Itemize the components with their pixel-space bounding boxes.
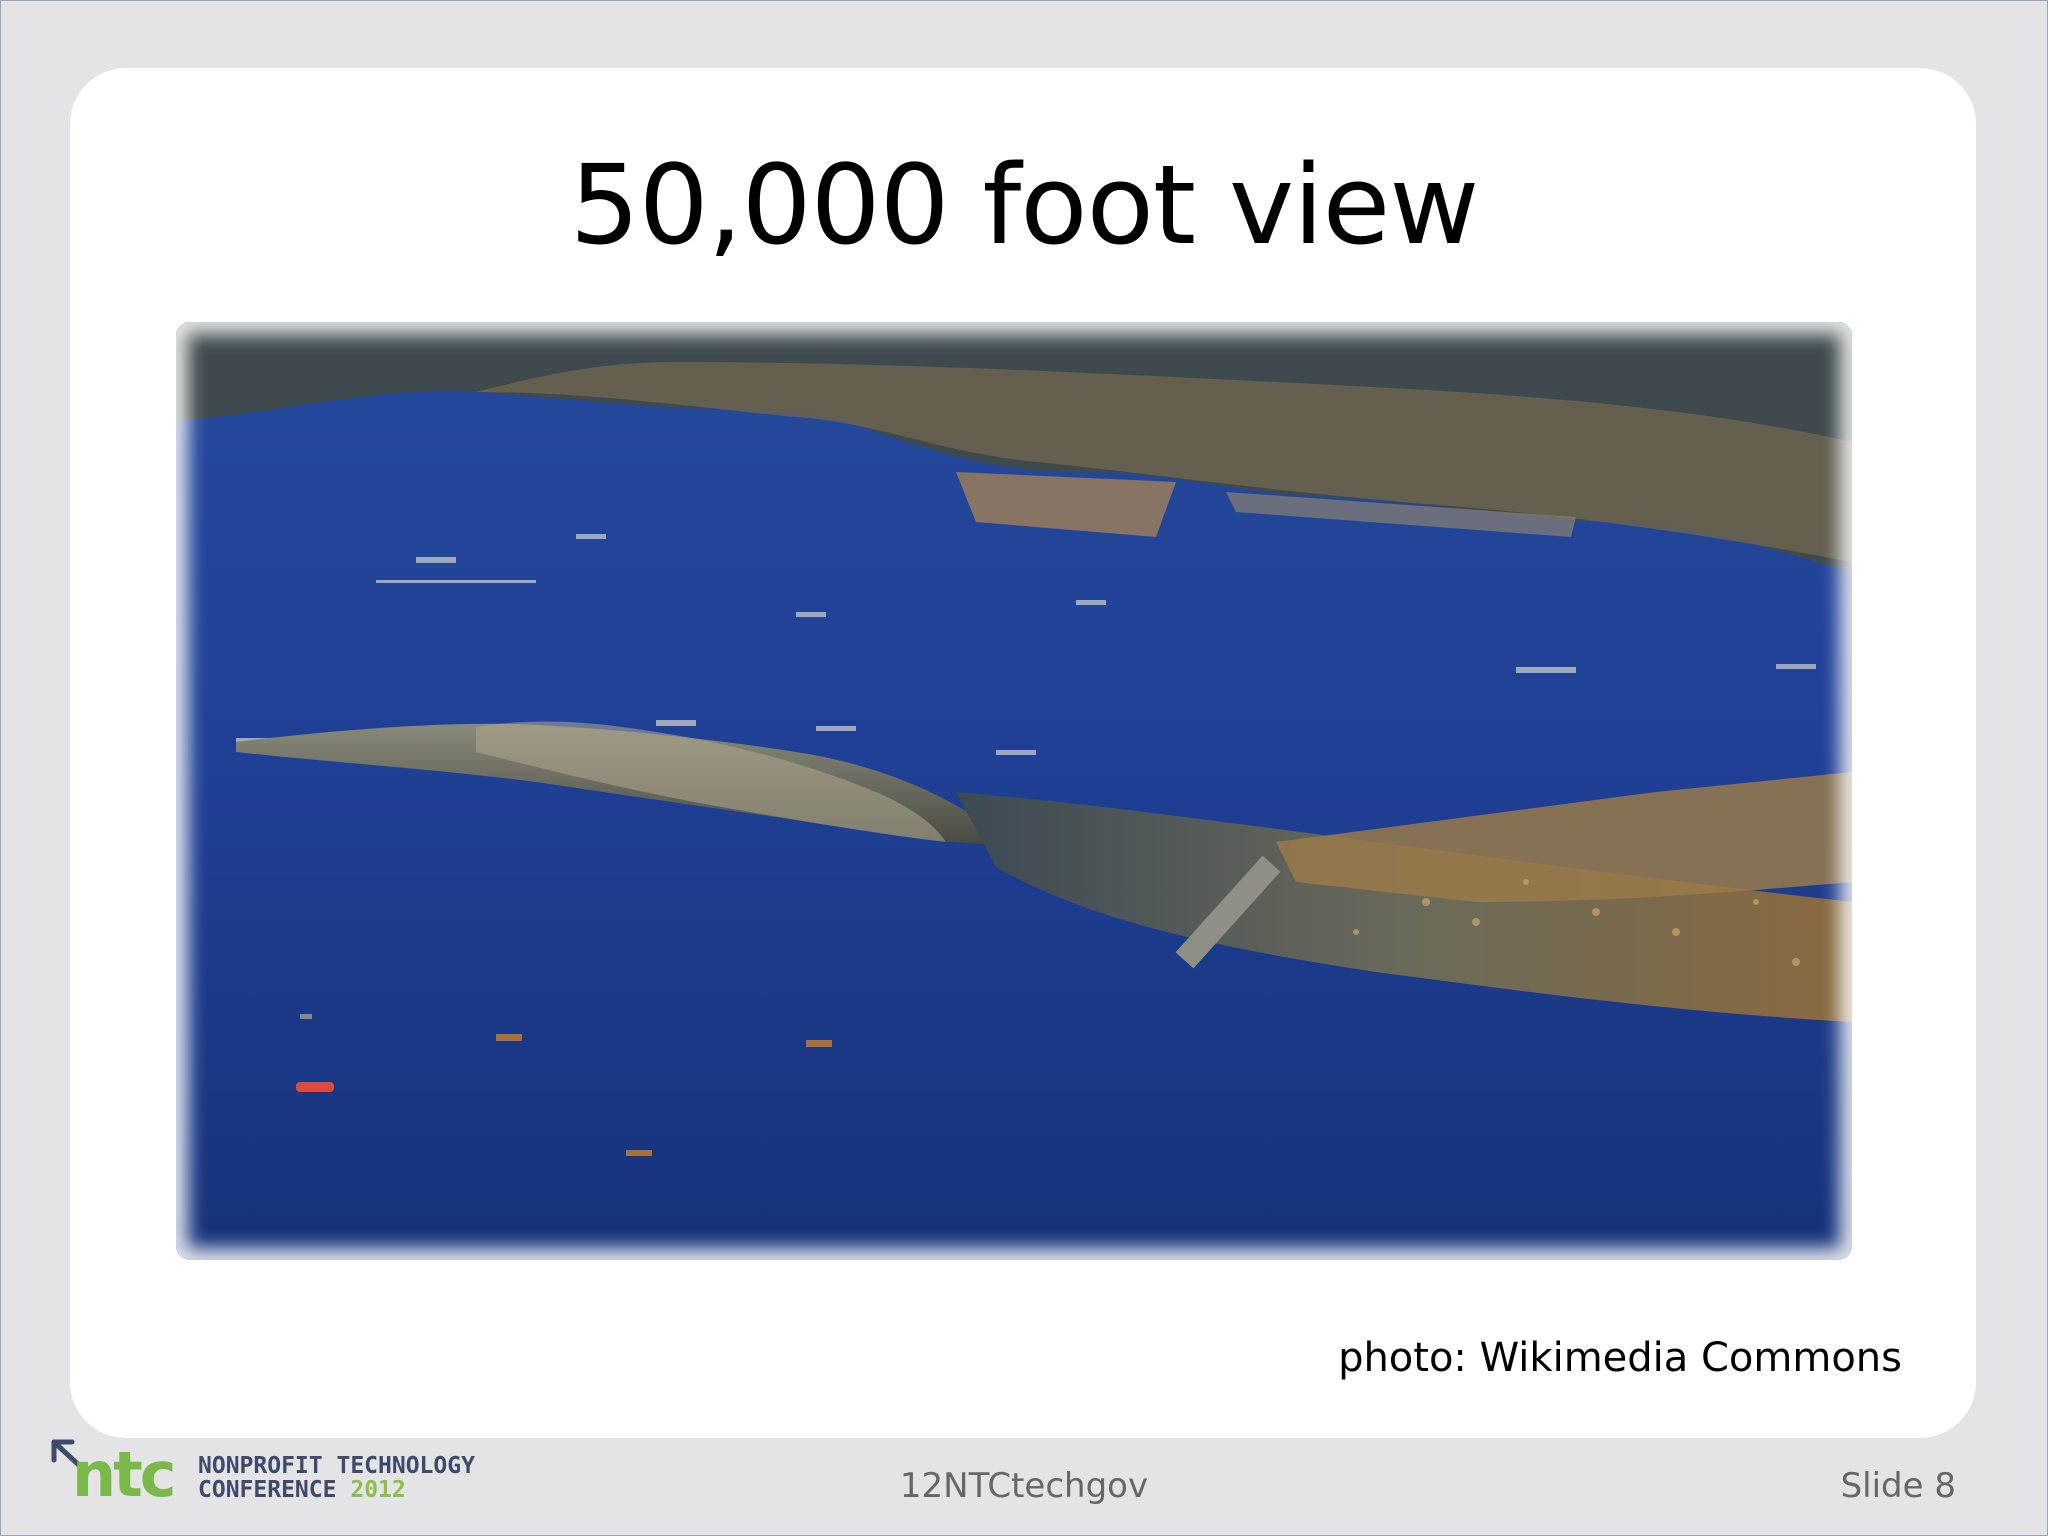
- slide-number: Slide 8: [1840, 1466, 1956, 1506]
- photo-credit: photo: Wikimedia Commons: [1338, 1335, 1902, 1381]
- footer-hashtag: 12NTCtechgov: [899, 1466, 1149, 1506]
- aerial-photo: [176, 322, 1852, 1260]
- aerial-photo-image: [176, 322, 1852, 1260]
- slide-title: 50,000 foot view: [569, 141, 1480, 269]
